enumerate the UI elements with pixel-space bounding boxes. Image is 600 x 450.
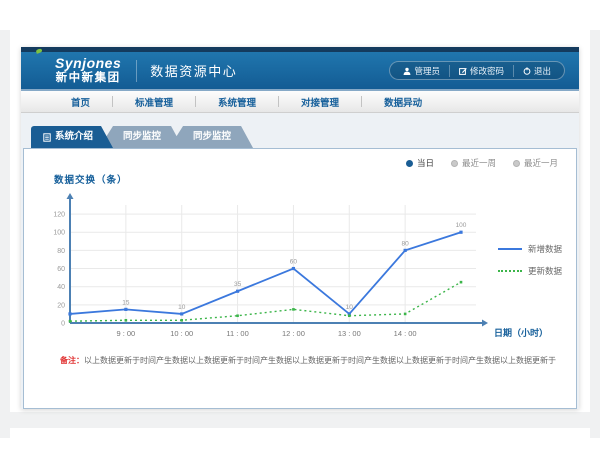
nav-item-home[interactable]: 首页	[49, 95, 112, 109]
logo-subtext: 新中新集团	[56, 73, 121, 85]
filter-last-week[interactable]: 最近一周	[451, 157, 496, 169]
header: Synjones 新中新集团 数据资源中心 管理员 修改密码 退出	[21, 52, 579, 89]
page-title: 数据资源中心	[150, 61, 237, 80]
tab-label: 系统介绍	[55, 126, 93, 148]
filter-label: 当日	[417, 157, 434, 169]
brand-logo: Synjones 新中新集团	[55, 56, 121, 85]
leaf-icon	[36, 48, 43, 53]
svg-text:35: 35	[234, 281, 242, 288]
footnote: 备注：以上数据更新于时间产生数据以上数据更新于时间产生数据以上数据更新于时间产生…	[60, 355, 556, 366]
tab-label: 同步监控	[193, 126, 231, 148]
screen: Synjones 新中新集团 数据资源中心 管理员 修改密码 退出	[0, 0, 600, 450]
tab-label: 同步监控	[123, 126, 161, 148]
filter-radio	[406, 160, 413, 167]
power-icon	[523, 67, 531, 75]
user-icon	[403, 67, 411, 75]
logout-label: 退出	[534, 65, 551, 77]
svg-text:日期（小时）: 日期（小时）	[494, 327, 548, 338]
footnote-text: 以上数据更新于时间产生数据以上数据更新于时间产生数据以上数据更新于时间产生数据以…	[84, 356, 556, 365]
svg-text:60: 60	[57, 266, 65, 273]
svg-text:80: 80	[57, 248, 65, 255]
dotted-line-swatch	[498, 270, 522, 272]
user-menu: 管理员 修改密码 退出	[389, 61, 565, 80]
change-password-button[interactable]: 修改密码	[449, 65, 513, 77]
svg-text:14 : 00: 14 : 00	[394, 329, 417, 338]
legend-label: 更新数据	[528, 265, 562, 277]
chart-container: 0 20 40 60 80 100 120 9 : 00 10 : 00 11 : 00 12 : …	[36, 191, 570, 351]
svg-text:40: 40	[57, 284, 65, 291]
nav-item-standard-mgmt[interactable]: 标准管理	[113, 95, 195, 109]
admin-user-button[interactable]: 管理员	[394, 65, 449, 77]
nav-item-system-mgmt[interactable]: 系统管理	[196, 95, 278, 109]
svg-text:100: 100	[53, 230, 65, 237]
tab-sync-monitor-1[interactable]: 同步监控	[99, 126, 183, 148]
tab-system-intro[interactable]: 系统介绍	[31, 126, 113, 148]
svg-text:10: 10	[178, 304, 186, 311]
svg-text:13 : 00: 13 : 00	[338, 329, 361, 338]
document-icon	[43, 133, 51, 142]
svg-text:9 : 00: 9 : 00	[116, 329, 135, 338]
legend-label: 新增数据	[528, 243, 562, 255]
svg-text:60: 60	[290, 259, 298, 266]
solid-line-swatch	[498, 248, 522, 250]
legend-item-update-data: 更新数据	[498, 265, 562, 277]
footnote-prefix: 备注：	[60, 356, 84, 365]
filter-radio	[451, 160, 458, 167]
range-filters: 当日 最近一周 最近一月	[406, 157, 558, 169]
svg-text:15: 15	[122, 299, 130, 306]
filter-label: 最近一周	[462, 157, 496, 169]
nav-item-integration-mgmt[interactable]: 对接管理	[279, 95, 361, 109]
main-nav: 首页 标准管理 系统管理 对接管理 数据异动	[21, 89, 579, 113]
chart-legend: 新增数据 更新数据	[498, 243, 562, 277]
svg-text:10 : 00: 10 : 00	[170, 329, 193, 338]
app-window: Synjones 新中新集团 数据资源中心 管理员 修改密码 退出	[21, 47, 579, 409]
admin-user-label: 管理员	[414, 65, 440, 77]
content-area: 系统介绍 同步监控 同步监控 当日 最近一周	[21, 113, 579, 409]
nav-item-data-change[interactable]: 数据异动	[362, 95, 444, 109]
filter-today[interactable]: 当日	[406, 157, 434, 169]
tab-bar: 系统介绍 同步监控 同步监控	[31, 126, 577, 148]
filter-radio	[513, 160, 520, 167]
line-chart: 0 20 40 60 80 100 120 9 : 00 10 : 00 11 : 00 12 : …	[36, 191, 570, 351]
page-edge-right	[590, 30, 600, 438]
svg-text:0: 0	[61, 321, 65, 328]
filter-last-month[interactable]: 最近一月	[513, 157, 558, 169]
svg-text:20: 20	[57, 302, 65, 309]
logout-button[interactable]: 退出	[513, 65, 560, 77]
svg-text:10: 10	[346, 304, 354, 311]
page-edge-left	[0, 30, 10, 438]
change-password-label: 修改密码	[470, 65, 504, 77]
header-divider	[136, 60, 137, 82]
svg-text:11 : 00: 11 : 00	[226, 329, 248, 338]
logo-text: Synjones	[55, 56, 121, 70]
page-edge-bottom	[10, 412, 590, 428]
legend-item-new-data: 新增数据	[498, 243, 562, 255]
svg-text:80: 80	[402, 240, 410, 247]
tab-sync-monitor-2[interactable]: 同步监控	[169, 126, 253, 148]
svg-text:120: 120	[53, 212, 65, 219]
chart-panel: 当日 最近一周 最近一月 数据交换（条） 0 20 40 60 80 100 120 9 : …	[23, 148, 577, 409]
filter-label: 最近一月	[524, 157, 558, 169]
svg-text:12 : 00: 12 : 00	[282, 329, 305, 338]
svg-text:100: 100	[456, 222, 467, 229]
y-axis-title: 数据交换（条）	[54, 172, 128, 186]
edit-icon	[459, 67, 467, 75]
